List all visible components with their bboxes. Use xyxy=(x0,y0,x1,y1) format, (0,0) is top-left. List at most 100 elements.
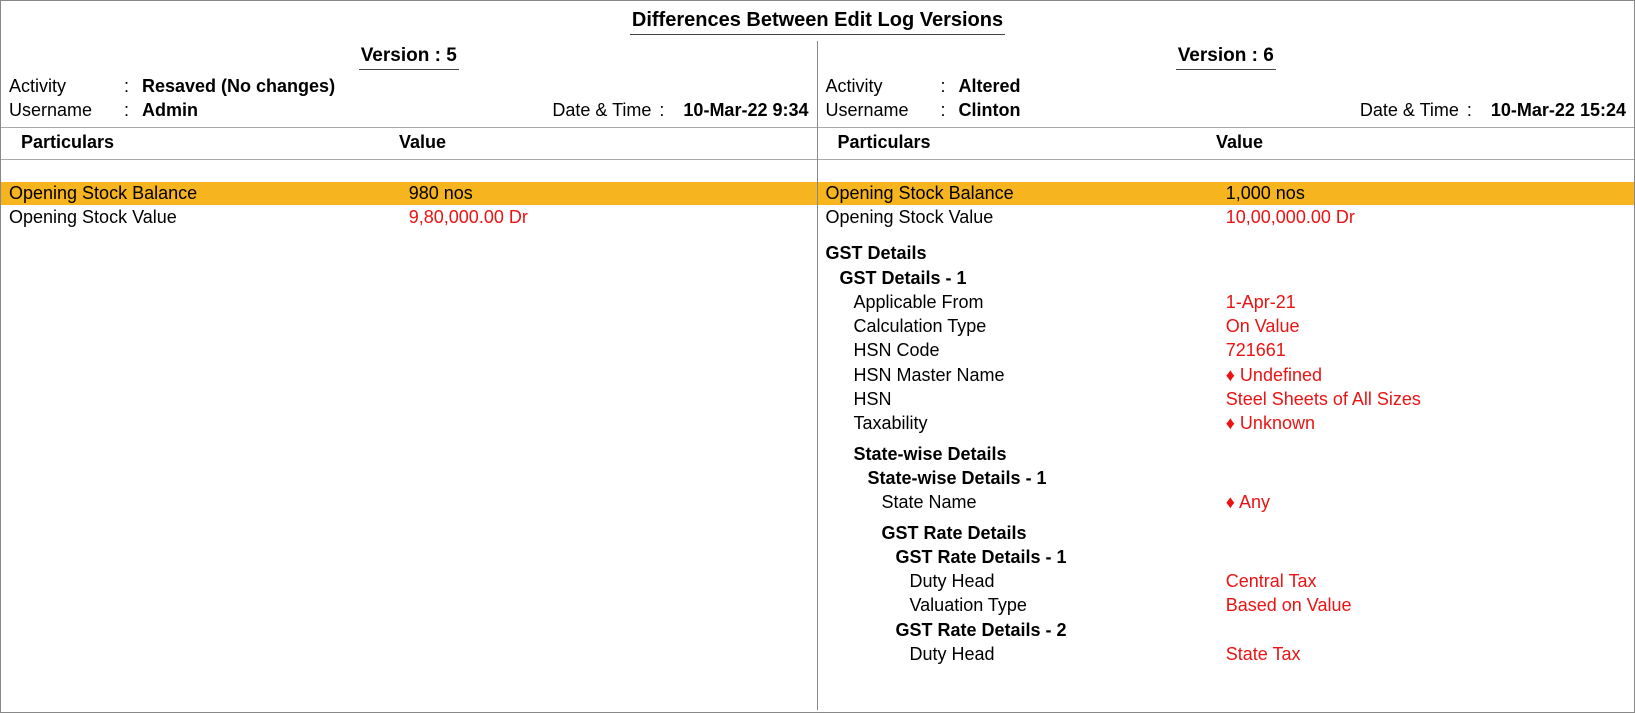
gst-details-1-heading: GST Details - 1 xyxy=(818,266,1635,290)
colon: : xyxy=(1467,98,1485,122)
colon: : xyxy=(124,74,142,98)
empty xyxy=(1226,266,1626,290)
left-meta: Activity : Resaved (No changes) Username… xyxy=(1,72,817,128)
title-wrap: Differences Between Edit Log Versions xyxy=(1,1,1634,41)
statewise-1-label: State-wise Details - 1 xyxy=(826,466,1226,490)
taxability-value: ♦ Unknown xyxy=(1226,411,1626,435)
right-username-row: Username : Clinton Date & Time : 10-Mar-… xyxy=(826,98,1627,122)
activity-label: Activity xyxy=(9,74,124,98)
colon: : xyxy=(941,98,959,122)
valuation-type-value: Based on Value xyxy=(1226,593,1626,617)
left-version-head: Version : 5 xyxy=(1,41,817,72)
right-opening-value-row: Opening Stock Value 10,00,000.00 Dr xyxy=(818,205,1635,229)
version-prefix: Version : xyxy=(1178,45,1264,66)
particulars-header: Particulars xyxy=(21,132,399,153)
right-opening-balance-label: Opening Stock Balance xyxy=(826,182,1226,205)
taxability-row: Taxability ♦ Unknown xyxy=(818,411,1635,435)
right-opening-value-label: Opening Stock Value xyxy=(826,205,1226,229)
spacer xyxy=(818,160,1635,182)
statewise-1-heading: State-wise Details - 1 xyxy=(818,466,1635,490)
left-opening-value-label: Opening Stock Value xyxy=(9,205,409,229)
right-activity-value: Altered xyxy=(959,74,1627,98)
left-column: Version : 5 Activity : Resaved (No chang… xyxy=(1,41,818,710)
right-version-label: Version : 6 xyxy=(1176,45,1276,70)
empty xyxy=(1226,545,1626,569)
page-title: Differences Between Edit Log Versions xyxy=(630,9,1005,35)
gst-details-label: GST Details xyxy=(826,241,1226,265)
duty-head-2-label: Duty Head xyxy=(826,642,1226,666)
hsn-value: Steel Sheets of All Sizes xyxy=(1226,387,1626,411)
colon: : xyxy=(124,98,142,122)
right-opening-balance-value: 1,000 nos xyxy=(1226,182,1626,205)
applicable-from-row: Applicable From 1-Apr-21 xyxy=(818,290,1635,314)
gap xyxy=(818,229,1635,241)
value-header: Value xyxy=(1216,132,1626,153)
left-col-head: Particulars Value xyxy=(1,128,817,160)
valuation-type-label: Valuation Type xyxy=(826,593,1226,617)
colon: : xyxy=(659,98,677,122)
empty xyxy=(1226,241,1626,265)
applicable-from-label: Applicable From xyxy=(826,290,1226,314)
right-datetime-group: Date & Time : 10-Mar-22 15:24 xyxy=(1360,98,1626,122)
gst-rate-1-heading: GST Rate Details - 1 xyxy=(818,545,1635,569)
left-opening-balance-label: Opening Stock Balance xyxy=(9,182,409,205)
state-name-row: State Name ♦ Any xyxy=(818,490,1635,514)
duty-head-1-row: Duty Head Central Tax xyxy=(818,569,1635,593)
hsn-code-row: HSN Code 721661 xyxy=(818,338,1635,362)
empty xyxy=(1226,442,1626,466)
left-opening-value-row: Opening Stock Value 9,80,000.00 Dr xyxy=(1,205,817,229)
state-name-label: State Name xyxy=(826,490,1226,514)
left-datetime-group: Date & Time : 10-Mar-22 9:34 xyxy=(552,98,808,122)
calculation-type-label: Calculation Type xyxy=(826,314,1226,338)
datetime-label: Date & Time xyxy=(1360,98,1459,122)
calculation-type-value: On Value xyxy=(1226,314,1626,338)
gst-rate-1-label: GST Rate Details - 1 xyxy=(826,545,1226,569)
empty xyxy=(1226,618,1626,642)
gst-rate-label: GST Rate Details xyxy=(826,521,1226,545)
duty-head-1-label: Duty Head xyxy=(826,569,1226,593)
left-username-row: Username : Admin Date & Time : 10-Mar-22… xyxy=(9,98,809,122)
right-username-value: Clinton xyxy=(959,98,1360,122)
statewise-heading: State-wise Details xyxy=(818,442,1635,466)
colon: : xyxy=(941,74,959,98)
particulars-header: Particulars xyxy=(838,132,1216,153)
left-activity-row: Activity : Resaved (No changes) xyxy=(9,74,809,98)
right-version-head: Version : 6 xyxy=(818,41,1635,72)
applicable-from-value: 1-Apr-21 xyxy=(1226,290,1626,314)
value-header: Value xyxy=(399,132,809,153)
left-opening-value-value: 9,80,000.00 Dr xyxy=(409,205,809,229)
gst-rate-2-heading: GST Rate Details - 2 xyxy=(818,618,1635,642)
left-opening-balance-row: Opening Stock Balance 980 nos xyxy=(1,182,817,205)
right-activity-row: Activity : Altered xyxy=(826,74,1627,98)
left-version-number: 5 xyxy=(446,45,457,66)
gst-rate-heading: GST Rate Details xyxy=(818,521,1635,545)
calculation-type-row: Calculation Type On Value xyxy=(818,314,1635,338)
version-prefix: Version : xyxy=(361,45,447,66)
right-opening-balance-row: Opening Stock Balance 1,000 nos xyxy=(818,182,1635,205)
hsn-master-value: ♦ Undefined xyxy=(1226,363,1626,387)
gst-details-heading: GST Details xyxy=(818,241,1635,265)
empty xyxy=(1226,521,1626,545)
datetime-label: Date & Time xyxy=(552,98,651,122)
username-label: Username xyxy=(826,98,941,122)
gst-rate-2-label: GST Rate Details - 2 xyxy=(826,618,1226,642)
spacer xyxy=(1,160,817,182)
right-meta: Activity : Altered Username : Clinton Da… xyxy=(818,72,1635,128)
hsn-label: HSN xyxy=(826,387,1226,411)
left-activity-value: Resaved (No changes) xyxy=(142,74,809,98)
duty-head-1-value: Central Tax xyxy=(1226,569,1626,593)
hsn-code-label: HSN Code xyxy=(826,338,1226,362)
hsn-master-label: HSN Master Name xyxy=(826,363,1226,387)
duty-head-2-row: Duty Head State Tax xyxy=(818,642,1635,666)
hsn-code-value: 721661 xyxy=(1226,338,1626,362)
left-opening-balance-value: 980 nos xyxy=(409,182,809,205)
left-version-label: Version : 5 xyxy=(359,45,459,70)
activity-label: Activity xyxy=(826,74,941,98)
right-datetime-value: 10-Mar-22 15:24 xyxy=(1491,98,1626,122)
left-username-value: Admin xyxy=(142,98,552,122)
duty-head-2-value: State Tax xyxy=(1226,642,1626,666)
hsn-row: HSN Steel Sheets of All Sizes xyxy=(818,387,1635,411)
empty xyxy=(1226,466,1626,490)
right-version-number: 6 xyxy=(1263,45,1274,66)
report-frame: Differences Between Edit Log Versions Ve… xyxy=(0,0,1635,713)
